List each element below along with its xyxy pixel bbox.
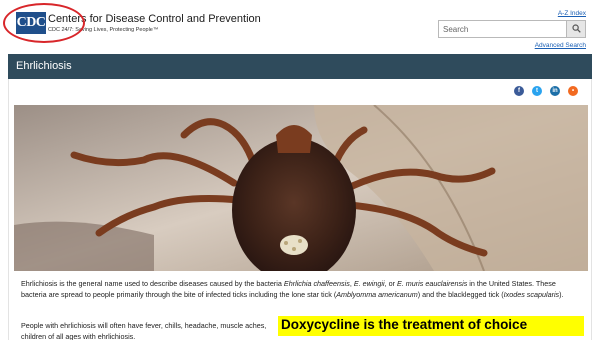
linkedin-icon[interactable]: in (550, 86, 560, 96)
facebook-icon[interactable]: f (514, 86, 524, 96)
tick-photo-image (14, 105, 588, 271)
page-title-bar: Ehrlichiosis (8, 54, 592, 79)
search-input[interactable] (439, 21, 567, 37)
annotation-circle (3, 3, 85, 43)
advanced-search-link[interactable]: Advanced Search (535, 42, 586, 49)
page-title: Ehrlichiosis (16, 60, 72, 72)
symptoms-paragraph: People with ehrlichiosis will often have… (21, 321, 267, 340)
az-index-link[interactable]: A-Z Index (558, 10, 586, 17)
tick-photo (14, 105, 588, 271)
main-content: f t in • Ehrlichiosis is the general nam… (8, 79, 592, 340)
search-icon (572, 24, 581, 33)
rss-icon[interactable]: • (568, 86, 578, 96)
twitter-icon[interactable]: t (532, 86, 542, 96)
search-button[interactable] (566, 21, 585, 37)
highlight-annotation: Doxycycline is the treatment of choice (278, 316, 584, 336)
intro-paragraph: Ehrlichiosis is the general name used to… (21, 279, 564, 299)
highlight-text: Doxycycline is the treatment of choice (281, 317, 528, 332)
site-header: CDC Centers for Disease Control and Prev… (0, 0, 600, 54)
search-box (438, 20, 586, 38)
